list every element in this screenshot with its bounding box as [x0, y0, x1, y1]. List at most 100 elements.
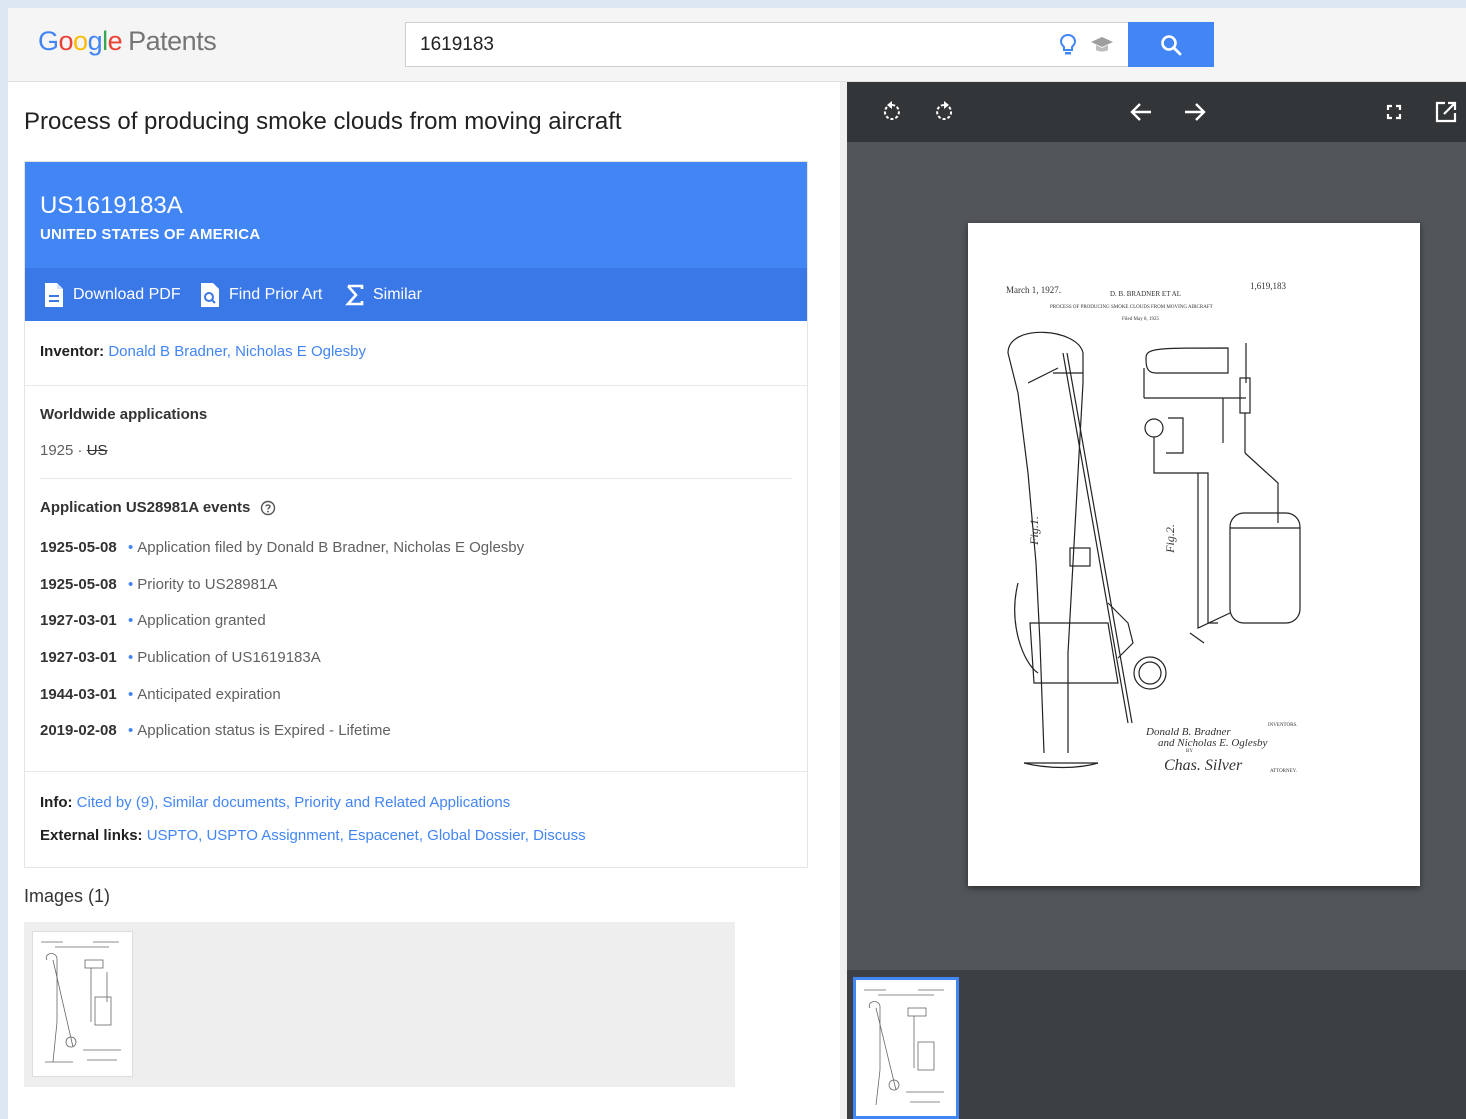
find-document-icon: [201, 282, 219, 307]
find-prior-art-button[interactable]: Find Prior Art: [199, 268, 322, 321]
event-row: 1925-05-08 • Application filed by Donald B…: [40, 539, 524, 556]
divider: [40, 478, 792, 479]
event-bullet: •: [128, 722, 134, 739]
pdf-file-icon: [45, 282, 63, 307]
event-row: 1927-03-01 • Application granted: [40, 612, 266, 629]
event-description: Publication of US1619183A: [137, 649, 321, 666]
image-thumbnail[interactable]: [32, 931, 133, 1077]
patent-details-pane: Process of producing smoke clouds from m…: [8, 82, 840, 1119]
event-description: Anticipated expiration: [137, 686, 281, 703]
patent-drawing-page: March 1, 1927. D. B. BRADNER ET AL 1,619…: [968, 223, 1420, 886]
inventor-names-link[interactable]: Donald B Bradner, Nicholas E Oglesby: [108, 343, 366, 360]
global-dossier-link[interactable]: Global Dossier: [427, 827, 525, 844]
inventor-label: Inventor:: [40, 343, 105, 360]
page-thumbnail-bar: [847, 970, 1466, 1119]
inventor-row: Inventor: Donald B Bradner, Nicholas E O…: [40, 343, 366, 360]
event-row: 2019-02-08 • Application status is Expired…: [40, 722, 391, 739]
logo-letter: e: [107, 26, 123, 56]
worldwide-applications-row: 1925 · US: [40, 442, 108, 459]
event-row: 1944-03-01 • Anticipated expiration: [40, 686, 281, 703]
event-date: 1944-03-01: [40, 686, 117, 703]
similar-button[interactable]: Similar: [345, 268, 422, 321]
help-icon[interactable]: [260, 500, 276, 516]
event-date: 1927-03-01: [40, 649, 117, 666]
drawing-title: PROCESS OF PRODUCING SMOKE CLOUDS FROM M…: [1050, 305, 1213, 310]
by-caption: BY: [1186, 749, 1193, 754]
rotate-right-icon[interactable]: [930, 98, 958, 126]
similar-label: Similar: [373, 285, 422, 303]
patent-summary-card: US1619183A UNITED STATES OF AMERICA Down…: [24, 161, 808, 868]
event-date: 1927-03-01: [40, 612, 117, 629]
worldwide-applications-heading: Worldwide applications: [40, 406, 208, 423]
event-description: Application granted: [137, 612, 266, 629]
drawing-patent-number: 1,619,183: [1250, 281, 1286, 291]
event-row: 1925-05-08 • Priority to US28981A: [40, 576, 277, 593]
open-external-icon[interactable]: [1432, 98, 1460, 126]
info-label: Info:: [40, 794, 73, 811]
drawing-inventors: D. B. BRADNER ET AL: [1110, 290, 1182, 298]
fullscreen-icon[interactable]: [1380, 98, 1408, 126]
download-pdf-label: Download PDF: [73, 285, 181, 303]
drawing-filed-date: Filed May 8, 1925: [1122, 317, 1159, 322]
sigma-icon: [345, 284, 364, 305]
event-description: Priority to US28981A: [137, 576, 278, 593]
divider: [25, 385, 807, 386]
event-bullet: •: [128, 576, 134, 593]
search-icon: [1161, 34, 1182, 55]
logo-letter: o: [73, 26, 88, 56]
event-bullet: •: [128, 649, 134, 666]
external-links-row: External links: USPTO, USPTO Assignment,…: [40, 827, 586, 844]
lightbulb-icon[interactable]: [1058, 33, 1078, 57]
divider: [25, 771, 807, 772]
priority-applications-link[interactable]: Priority and Related Applications: [294, 794, 510, 811]
patent-action-bar: Download PDF Find Prior Art Similar: [25, 268, 807, 321]
arrow-left-icon[interactable]: [1128, 98, 1156, 126]
inventors-caption: INVENTORS.: [1268, 723, 1298, 728]
figure-1-label: Fig.1.: [1026, 516, 1041, 545]
drawing-date: March 1, 1927.: [1006, 285, 1061, 295]
document-viewer: March 1, 1927. D. B. BRADNER ET AL 1,619…: [847, 82, 1466, 1119]
event-row: 1927-03-01 • Publication of US1619183A: [40, 649, 321, 666]
event-date: 1925-05-08: [40, 576, 117, 593]
discuss-link[interactable]: Discuss: [533, 827, 586, 844]
search-input[interactable]: [420, 23, 1040, 66]
application-year: 1925: [40, 442, 74, 459]
uspto-assignment-link[interactable]: USPTO Assignment: [206, 827, 339, 844]
espacenet-link[interactable]: Espacenet: [348, 827, 419, 844]
event-date: 2019-02-08: [40, 722, 117, 739]
external-links-label: External links:: [40, 827, 143, 844]
logo-letter: g: [87, 26, 103, 56]
uspto-link[interactable]: USPTO: [147, 827, 198, 844]
search-button[interactable]: [1128, 22, 1214, 67]
arrow-right-icon[interactable]: [1180, 98, 1208, 126]
application-country-link[interactable]: US: [87, 442, 108, 459]
top-header: Google Patents: [8, 8, 1466, 82]
publication-country: UNITED STATES OF AMERICA: [40, 226, 261, 243]
event-description: Application filed by Donald B Bradner, N…: [137, 539, 525, 556]
attorney-caption: ATTORNEY.: [1270, 769, 1297, 774]
similar-documents-link[interactable]: Similar documents: [163, 794, 286, 811]
patent-header: US1619183A UNITED STATES OF AMERICA: [25, 162, 807, 268]
images-heading: Images (1): [24, 886, 111, 906]
images-strip: [24, 922, 735, 1087]
pane-divider[interactable]: [840, 82, 847, 1119]
google-patents-logo[interactable]: Google Patents: [38, 26, 217, 57]
info-row: Info: Cited by (9), Similar documents, P…: [40, 794, 511, 811]
page-thumbnail-image: [864, 989, 944, 1106]
event-bullet: •: [128, 686, 134, 703]
logo-letter: o: [58, 26, 74, 56]
logo-letter: G: [38, 26, 59, 56]
download-pdf-button[interactable]: Download PDF: [43, 268, 181, 321]
figure-2-label: Fig.2.: [1162, 524, 1177, 553]
page-thumbnail-selected[interactable]: [853, 977, 959, 1119]
application-events-heading: Application US28981A events: [40, 499, 276, 516]
signature-co-inventor: and Nicholas E. Oglesby: [1158, 737, 1268, 749]
event-description: Application status is Expired - Lifetime: [137, 722, 391, 739]
logo-product-name: Patents: [128, 26, 217, 56]
event-bullet: •: [128, 539, 134, 556]
patent-title: Process of producing smoke clouds from m…: [24, 108, 622, 135]
find-prior-art-label: Find Prior Art: [229, 285, 323, 303]
rotate-left-icon[interactable]: [878, 98, 906, 126]
cited-by-link[interactable]: Cited by (9): [77, 794, 155, 811]
graduation-cap-icon[interactable]: [1090, 35, 1114, 55]
